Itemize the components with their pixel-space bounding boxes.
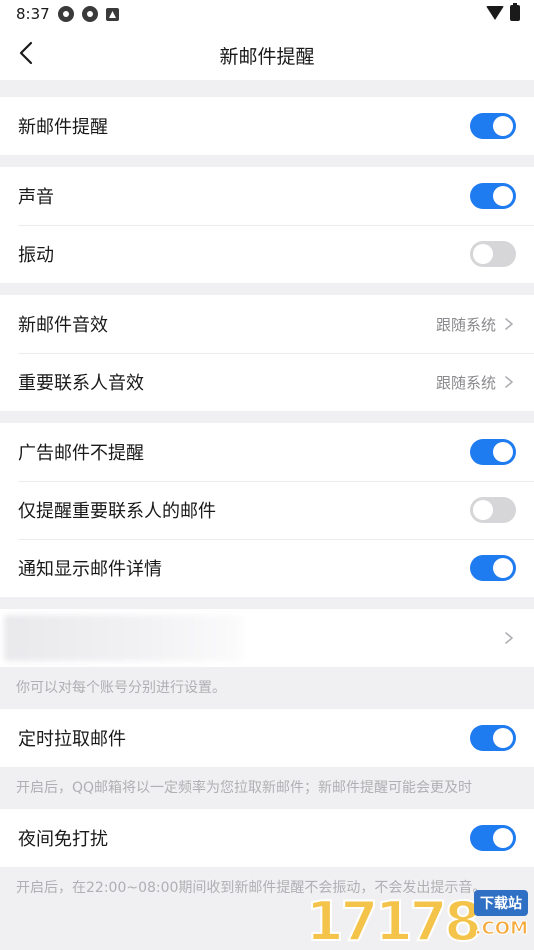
setting-row-show-detail: 通知显示邮件详情 — [0, 539, 534, 597]
setting-label: 仅提醒重要联系人的邮件 — [18, 501, 216, 522]
account-hint: 你可以对每个账号分别进行设置。 — [0, 667, 534, 709]
settings-group-night-mode: 夜间免打扰 — [0, 809, 534, 867]
chevron-right-icon — [502, 375, 516, 389]
show-detail-toggle[interactable] — [470, 555, 516, 581]
setting-value: 跟随系统 — [435, 315, 496, 334]
setting-row-night-mode: 夜间免打扰 — [0, 809, 534, 867]
setting-row-new-mail-sound[interactable]: 新邮件音效 跟随系统 — [0, 295, 534, 353]
status-bar: 8:37 — [0, 0, 534, 28]
battery-icon — [510, 3, 520, 21]
setting-row-timed-fetch: 定时拉取邮件 — [0, 709, 534, 767]
new-mail-toggle[interactable] — [470, 113, 516, 139]
night-mode-toggle[interactable] — [470, 825, 516, 851]
account-row[interactable] — [0, 609, 534, 667]
timed-fetch-hint: 开启后，QQ邮箱将以一定频率为您拉取新邮件；新邮件提醒可能会更及时 — [0, 767, 534, 809]
page-title: 新邮件提醒 — [219, 46, 315, 68]
chevron-right-icon — [502, 631, 516, 645]
watermark-digits: 17178 — [305, 889, 483, 950]
setting-label: 通知显示邮件详情 — [18, 559, 162, 580]
setting-row-new-mail: 新邮件提醒 — [0, 97, 534, 155]
setting-value: 跟随系统 — [435, 373, 496, 392]
section-divider — [0, 597, 534, 609]
setting-row-vibrate: 振动 — [0, 225, 534, 283]
settings-group-account — [0, 609, 534, 667]
blurred-account-info — [4, 615, 242, 661]
chevron-right-icon — [502, 317, 516, 331]
settings-group-timed-fetch: 定时拉取邮件 — [0, 709, 534, 767]
sound-toggle[interactable] — [470, 183, 516, 209]
setting-label: 夜间免打扰 — [18, 829, 108, 850]
status-notification-icons — [58, 6, 119, 22]
setting-label: 重要联系人音效 — [18, 373, 144, 394]
notification-app-icon — [58, 6, 74, 22]
settings-group-filters: 广告邮件不提醒 仅提醒重要联系人的邮件 通知显示邮件详情 — [0, 423, 534, 597]
section-divider — [0, 155, 534, 167]
setting-row-sound: 声音 — [0, 167, 534, 225]
settings-group-sound: 声音 振动 — [0, 167, 534, 283]
notification-app-icon — [82, 6, 98, 22]
timed-fetch-toggle[interactable] — [470, 725, 516, 751]
setting-label: 振动 — [18, 245, 54, 266]
setting-label: 新邮件音效 — [18, 315, 108, 336]
section-divider — [0, 283, 534, 295]
section-divider — [0, 411, 534, 423]
settings-group-new-mail: 新邮件提醒 — [0, 97, 534, 155]
setting-row-vip-sound[interactable]: 重要联系人音效 跟随系统 — [0, 353, 534, 411]
setting-row-vip-only: 仅提醒重要联系人的邮件 — [0, 481, 534, 539]
ad-mail-toggle[interactable] — [470, 439, 516, 465]
setting-label: 广告邮件不提醒 — [18, 443, 144, 464]
vip-only-toggle[interactable] — [470, 497, 516, 523]
watermark-suffix: .COM — [474, 918, 528, 940]
setting-label: 新邮件提醒 — [18, 117, 108, 138]
status-system-icons — [486, 3, 520, 21]
wifi-icon — [486, 6, 504, 20]
setting-label: 定时拉取邮件 — [18, 729, 126, 750]
nav-bar: 新邮件提醒 — [0, 28, 534, 80]
section-divider — [0, 80, 534, 97]
setting-label: 声音 — [18, 187, 54, 208]
settings-group-sound-effects: 新邮件音效 跟随系统 重要联系人音效 跟随系统 — [0, 295, 534, 411]
watermark-badge: 下载站 — [474, 890, 528, 916]
status-time: 8:37 — [16, 5, 50, 23]
setting-row-ad-mail: 广告邮件不提醒 — [0, 423, 534, 481]
notification-a-icon — [106, 8, 119, 21]
watermark-logo: 17178 下载站 .COM — [305, 886, 532, 950]
vibrate-toggle[interactable] — [470, 241, 516, 267]
